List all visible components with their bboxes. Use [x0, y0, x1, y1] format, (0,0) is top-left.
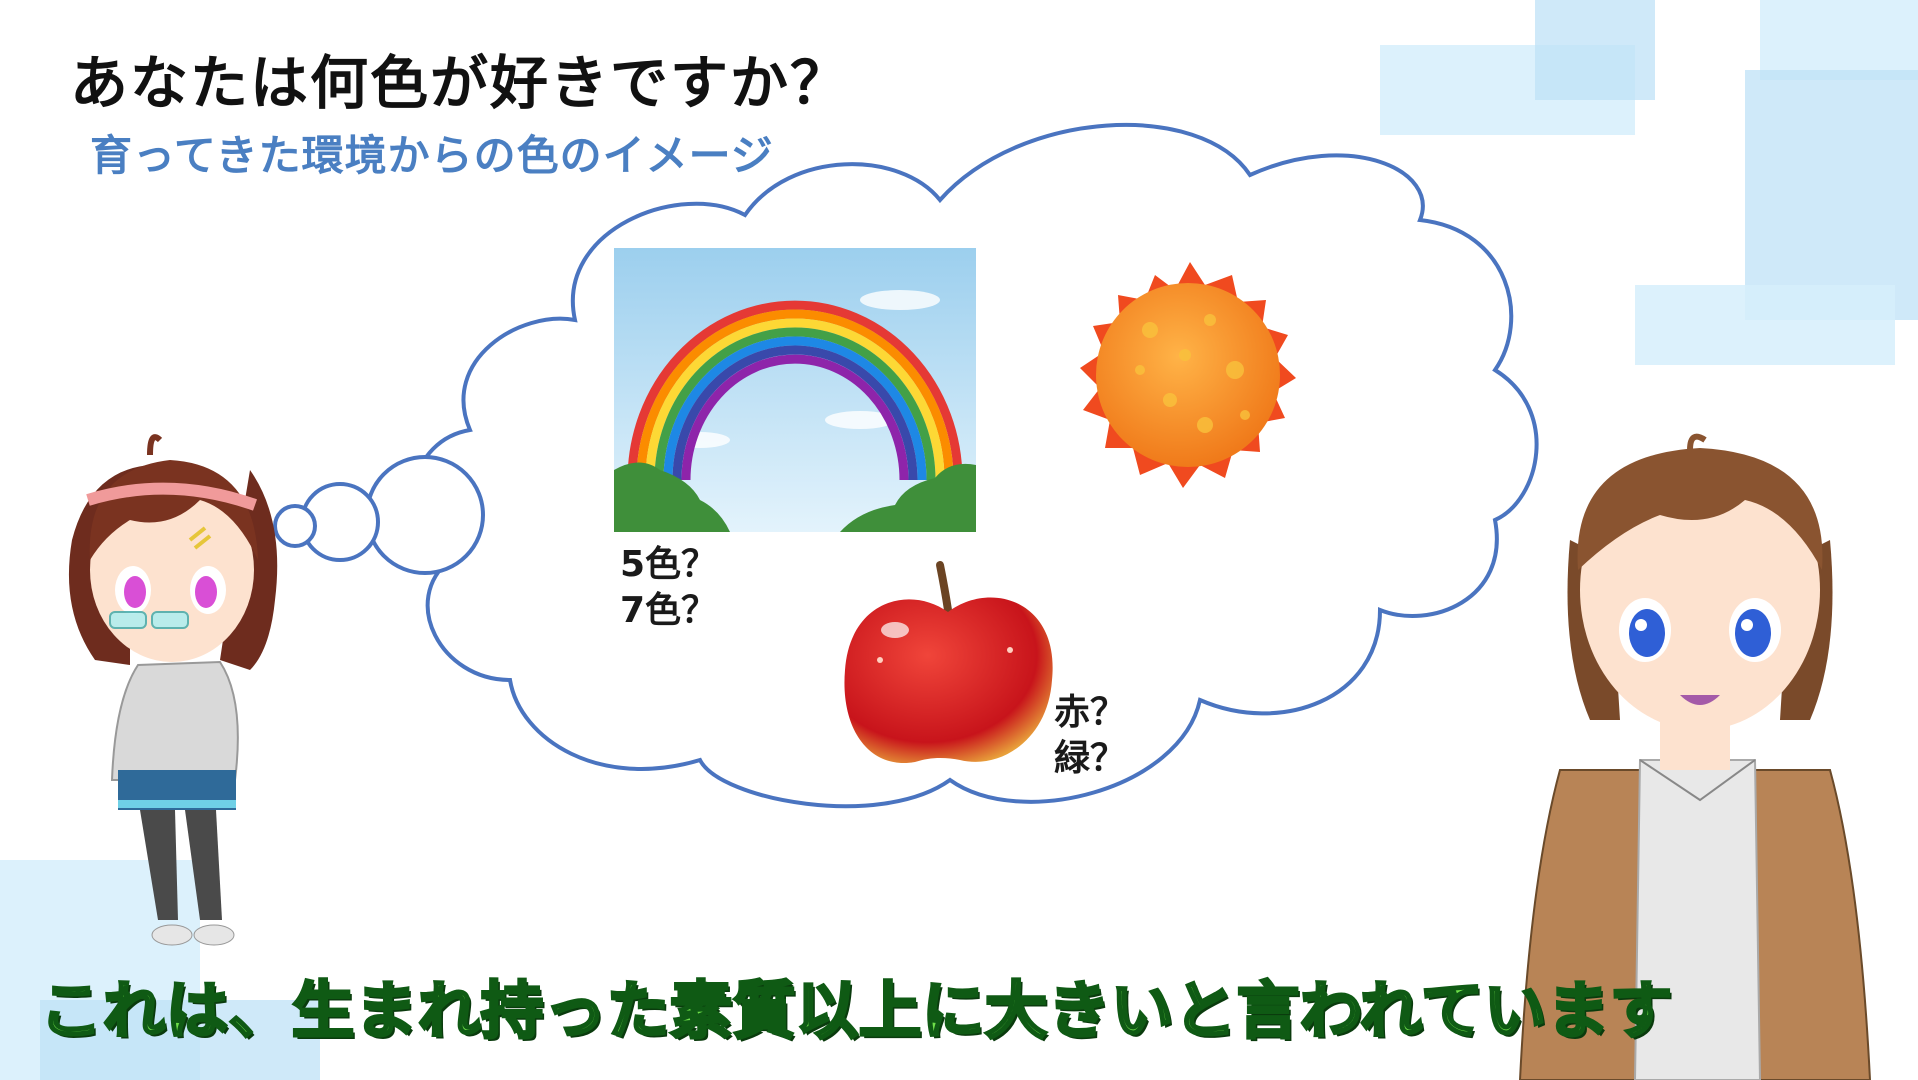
- illustration-scene: [68, 122, 1872, 1080]
- thought-bubble-small-3: [365, 455, 485, 575]
- thinking-girl-with-glasses: [68, 434, 278, 946]
- apple-label-green: 緑？: [1054, 738, 1127, 779]
- rainbow-label-seven: 7色？: [620, 590, 718, 631]
- rainbow-colors-question: 5色？ 7色？: [620, 542, 717, 634]
- rainbow-label-five: 5色？: [620, 544, 718, 585]
- thought-bubble-small-1: [273, 504, 317, 548]
- apple-label-red: 赤？: [1054, 692, 1127, 733]
- rainbow-picture: [614, 248, 976, 532]
- apple-colors-question: 赤？ 緑？: [1054, 690, 1126, 782]
- video-caption: これは、生まれ持った素質以上に大きいと言われています: [38, 973, 1674, 1049]
